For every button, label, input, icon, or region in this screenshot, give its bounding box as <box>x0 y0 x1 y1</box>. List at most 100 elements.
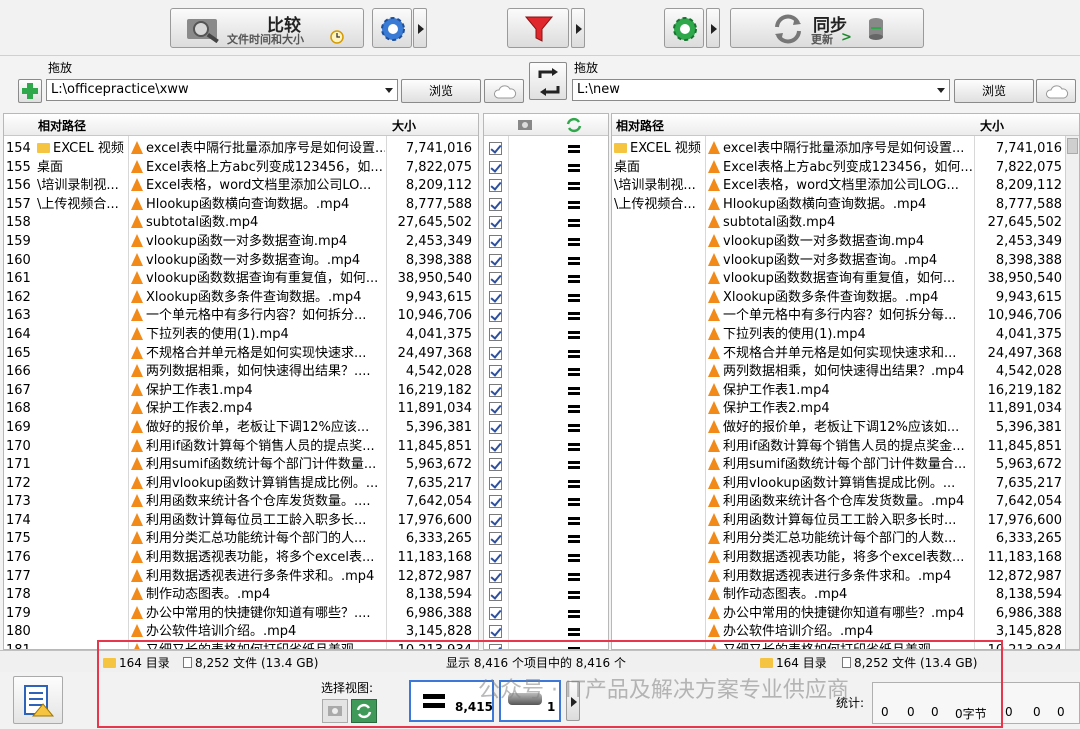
table-row[interactable]: 利用sumif函数统计每个部门计件数量合... 5,963,672 <box>612 456 1079 475</box>
include-checkbox[interactable] <box>489 327 502 341</box>
action-row[interactable] <box>484 568 608 587</box>
include-checkbox[interactable] <box>489 346 502 360</box>
action-row[interactable] <box>484 456 608 475</box>
table-row[interactable]: 168 保护工作表2.mp4 11,891,034 <box>4 400 478 419</box>
include-checkbox[interactable] <box>489 309 502 323</box>
action-row[interactable] <box>484 419 608 438</box>
view-sync-toggle[interactable] <box>351 699 377 723</box>
include-checkbox[interactable] <box>489 365 502 379</box>
left-path-input[interactable]: L:\officepractice\xww <box>46 79 398 101</box>
table-row[interactable]: 保护工作表2.mp4 11,891,034 <box>612 400 1079 419</box>
include-checkbox[interactable] <box>489 197 502 211</box>
table-row[interactable]: 办公中常用的快捷键你知道有哪些？.mp4 6,986,388 <box>612 605 1079 624</box>
action-row[interactable] <box>484 177 608 196</box>
table-row[interactable]: 166 两列数据相乘，如何快速得出结果？.... 4,542,028 <box>4 363 478 382</box>
include-checkbox[interactable] <box>489 606 502 620</box>
action-row[interactable] <box>484 159 608 178</box>
table-row[interactable]: 利用分类汇总功能统计每个部门的人数... 6,333,265 <box>612 530 1079 549</box>
table-row[interactable]: 181 又细又长的表格如何打印省纸且美观... 10,213,934 <box>4 642 478 649</box>
table-row[interactable]: 两列数据相乘，如何快速得出结果？.mp4 4,542,028 <box>612 363 1079 382</box>
action-row[interactable] <box>484 252 608 271</box>
table-row[interactable]: \培训录制视... Excel表格，word文档里添加公司LOG... 8,209,… <box>612 177 1079 196</box>
include-checkbox[interactable] <box>489 420 502 434</box>
table-row[interactable]: 173 利用函数来统计各个仓库发货数量。.... 7,642,054 <box>4 493 478 512</box>
table-row[interactable]: 162 Xlookup函数多条件查询数据。.mp4 9,943,615 <box>4 289 478 308</box>
table-row[interactable]: 桌面 Excel表格上方abc列变成123456，如何... 7,822,075 <box>612 159 1079 178</box>
sync-settings-button[interactable] <box>664 8 704 48</box>
table-row[interactable]: 174 利用函数计算每位员工工龄入职多长... 17,976,600 <box>4 512 478 531</box>
compare-settings-dropdown[interactable] <box>413 8 427 48</box>
table-row[interactable]: 一个单元格中有多行内容？如何拆分每... 10,946,706 <box>612 307 1079 326</box>
table-row[interactable]: 158 subtotal函数.mp4 27,645,502 <box>4 214 478 233</box>
table-row[interactable]: vlookup函数一对多数据查询。.mp4 8,398,388 <box>612 252 1079 271</box>
left-header-path[interactable]: 相对路径 <box>38 117 86 134</box>
action-row[interactable] <box>484 307 608 326</box>
table-row[interactable]: 做好的报价单，老板让下调12%应该如... 5,396,381 <box>612 419 1079 438</box>
table-row[interactable]: 169 做好的报价单，老板让下调12%应该... 5,396,381 <box>4 419 478 438</box>
table-row[interactable]: 不规格合并单元格是如何实现快速求和... 24,497,368 <box>612 345 1079 364</box>
vertical-scrollbar[interactable] <box>1065 136 1079 649</box>
action-row[interactable] <box>484 530 608 549</box>
table-row[interactable]: 160 vlookup函数一对多数据查询。.mp4 8,398,388 <box>4 252 478 271</box>
action-row[interactable] <box>484 623 608 642</box>
right-cloud-button[interactable] <box>1036 79 1076 103</box>
action-row[interactable] <box>484 493 608 512</box>
table-row[interactable]: 179 办公中常用的快捷键你知道有哪些？.... 6,986,388 <box>4 605 478 624</box>
left-header-size[interactable]: 大小 <box>392 117 416 134</box>
table-row[interactable]: 167 保护工作表1.mp4 16,219,182 <box>4 382 478 401</box>
log-button[interactable] <box>13 676 63 724</box>
table-row[interactable]: 利用if函数计算每个销售人员的提点奖金... 11,845,851 <box>612 438 1079 457</box>
table-row[interactable]: 172 利用vlookup函数计算销售提成比例。... 7,635,217 <box>4 475 478 494</box>
table-row[interactable]: 175 利用分类汇总功能统计每个部门的人... 6,333,265 <box>4 530 478 549</box>
table-row[interactable]: 171 利用sumif函数统计每个部门计件数量... 5,963,672 <box>4 456 478 475</box>
table-row[interactable]: 制作动态图表。.mp4 8,138,594 <box>612 586 1079 605</box>
table-row[interactable]: 159 vlookup函数一对多数据查询.mp4 2,453,349 <box>4 233 478 252</box>
table-row[interactable]: 利用函数计算每位员工工龄入职多长时... 17,976,600 <box>612 512 1079 531</box>
include-checkbox[interactable] <box>489 439 502 453</box>
action-row[interactable] <box>484 363 608 382</box>
left-browse-button[interactable]: 浏览 <box>401 79 481 103</box>
table-row[interactable]: 155 桌面 Excel表格上方abc列变成123456，如... 7,822,075 <box>4 159 478 178</box>
filter-dropdown[interactable] <box>571 8 585 48</box>
action-row[interactable] <box>484 345 608 364</box>
sync-button[interactable]: 同步 更新 > <box>730 8 924 48</box>
right-header-path[interactable]: 相对路径 <box>616 117 664 134</box>
table-row[interactable]: EXCEL 视频 excel表中隔行批量添加序号是如何设置... 7,741,016 <box>612 140 1079 159</box>
include-checkbox[interactable] <box>489 216 502 230</box>
include-checkbox[interactable] <box>489 383 502 397</box>
table-row[interactable]: 170 利用if函数计算每个销售人员的提点奖... 11,845,851 <box>4 438 478 457</box>
table-row[interactable]: 164 下拉列表的使用(1).mp4 4,041,375 <box>4 326 478 345</box>
include-checkbox[interactable] <box>489 476 502 490</box>
sync-icon[interactable] <box>565 117 583 133</box>
action-row[interactable] <box>484 605 608 624</box>
include-checkbox[interactable] <box>489 495 502 509</box>
action-row[interactable] <box>484 382 608 401</box>
include-checkbox[interactable] <box>489 142 502 155</box>
add-folder-button[interactable] <box>18 79 42 103</box>
include-checkbox[interactable] <box>489 402 502 416</box>
table-row[interactable]: 178 制作动态图表。.mp4 8,138,594 <box>4 586 478 605</box>
table-row[interactable]: 又细又长的表格如何打印省纸且美观... 10,213,934 <box>612 642 1079 649</box>
table-row[interactable]: 161 vlookup函数数据查询有重复值，如何... 38,950,540 <box>4 270 478 289</box>
table-row[interactable]: 180 办公软件培训介绍。.mp4 3,145,828 <box>4 623 478 642</box>
scrollbar-thumb[interactable] <box>1067 138 1078 154</box>
action-row[interactable] <box>484 214 608 233</box>
include-checkbox[interactable] <box>489 179 502 193</box>
table-row[interactable]: Xlookup函数多条件查询数据。.mp4 9,943,615 <box>612 289 1079 308</box>
table-row[interactable]: 利用数据透视表功能，将多个excel表数... 11,183,168 <box>612 549 1079 568</box>
action-row[interactable] <box>484 140 608 159</box>
table-row[interactable]: 176 利用数据透视表功能，将多个excel表... 11,183,168 <box>4 549 478 568</box>
table-row[interactable]: 163 一个单元格中有多行内容？如何拆分... 10,946,706 <box>4 307 478 326</box>
compare-icon[interactable] <box>517 118 535 132</box>
chevron-down-icon[interactable] <box>937 88 945 93</box>
include-checkbox[interactable] <box>489 272 502 286</box>
right-browse-button[interactable]: 浏览 <box>954 79 1034 103</box>
include-checkbox[interactable] <box>489 234 502 248</box>
swap-sides-button[interactable] <box>529 62 567 100</box>
table-row[interactable]: 办公软件培训介绍。.mp4 3,145,828 <box>612 623 1079 642</box>
table-row[interactable]: 177 利用数据透视表进行多条件求和。.mp4 12,872,987 <box>4 568 478 587</box>
sync-settings-dropdown[interactable] <box>706 8 720 48</box>
include-checkbox[interactable] <box>489 551 502 565</box>
chevron-down-icon[interactable] <box>385 88 393 93</box>
compare-button[interactable]: 比较 文件时间和大小 <box>170 8 364 48</box>
